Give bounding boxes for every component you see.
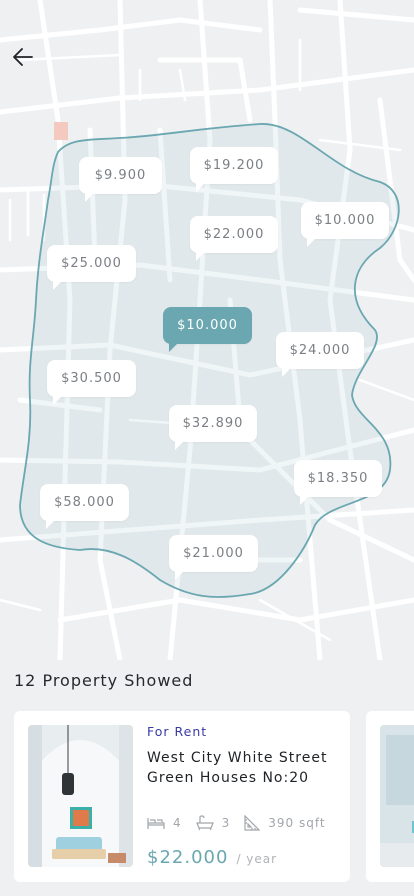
price-pin[interactable]: $9.900 <box>79 157 162 202</box>
price-pin[interactable]: $18.350 <box>294 460 382 505</box>
ruler-triangle-icon <box>244 815 261 831</box>
price-pin[interactable]: $22.000 <box>190 216 278 261</box>
bed-icon <box>147 818 165 829</box>
price-period: / year <box>236 852 278 866</box>
baths-spec: 3 <box>195 815 231 831</box>
price-pin[interactable]: $58.000 <box>40 484 129 529</box>
price-pin[interactable]: $32.890 <box>169 405 257 450</box>
highlighted-building <box>54 122 68 140</box>
area-value: 390 sqft <box>268 816 326 830</box>
price-pin[interactable]: $10.000 <box>301 202 389 247</box>
results-count: 12 Property Showed <box>14 671 194 690</box>
listing-type-tag: For Rent <box>147 724 208 739</box>
baths-count: 3 <box>221 816 231 830</box>
price-pin[interactable]: $25.000 <box>47 245 136 290</box>
area-spec: 390 sqft <box>244 815 325 831</box>
price-pin-selected[interactable]: $10.000 <box>163 307 252 352</box>
beds-spec: 4 <box>147 816 182 830</box>
bathtub-icon <box>195 815 214 831</box>
property-photo <box>380 725 414 867</box>
property-title: West City White Street Green Houses No:2… <box>147 750 328 786</box>
back-button[interactable] <box>6 40 40 74</box>
property-price: $22.000 <box>147 847 229 868</box>
property-card-next[interactable] <box>366 711 414 882</box>
price-row: $22.000 / year <box>147 847 277 868</box>
price-pin[interactable]: $19.200 <box>190 147 278 192</box>
property-specs: 4 3 390 sqft <box>147 815 340 831</box>
beds-count: 4 <box>173 816 182 830</box>
price-pin[interactable]: $30.500 <box>47 360 136 405</box>
property-card[interactable]: For Rent West City White Street Green Ho… <box>14 711 350 882</box>
arrow-left-icon <box>13 48 33 66</box>
price-pin[interactable]: $21.000 <box>169 535 258 580</box>
price-pin[interactable]: $24.000 <box>276 332 364 377</box>
property-photo <box>28 725 133 867</box>
